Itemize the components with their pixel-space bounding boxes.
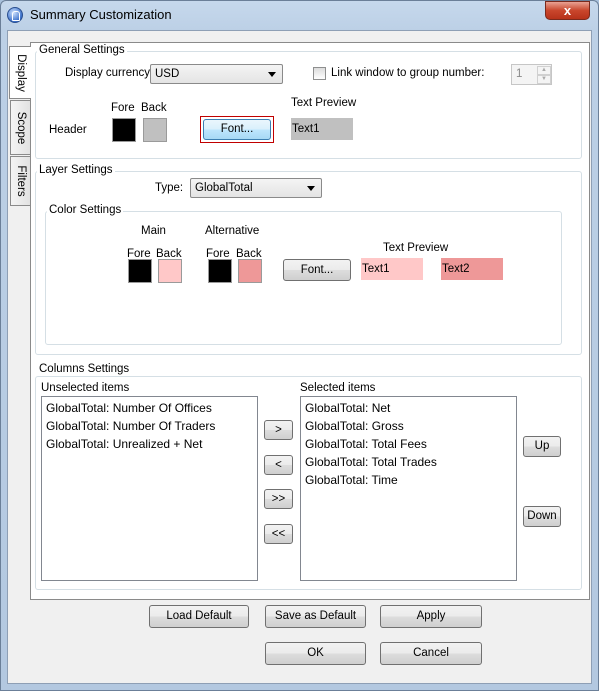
stepper-down-icon[interactable]: ▼ (537, 75, 551, 84)
alt-back-swatch[interactable] (238, 259, 262, 283)
general-back-label: Back (141, 102, 167, 114)
layer-preview-label: Text Preview (383, 242, 449, 254)
list-item[interactable]: GlobalTotal: Gross (301, 417, 516, 435)
link-window-label: Link window to group number: (331, 67, 485, 79)
list-item[interactable]: GlobalTotal: Unrealized + Net (42, 435, 257, 453)
move-left-button[interactable]: < (264, 455, 293, 475)
move-down-button[interactable]: Down (523, 506, 561, 527)
ok-button[interactable]: OK (265, 642, 366, 665)
stepper-up-icon[interactable]: ▲ (537, 66, 551, 75)
type-label: Type: (155, 182, 184, 194)
layer-type-value: GlobalTotal (195, 182, 253, 194)
tab-display[interactable]: Display (9, 46, 31, 99)
list-item[interactable]: GlobalTotal: Total Trades (301, 453, 516, 471)
unselected-items-list[interactable]: GlobalTotal: Number Of Offices GlobalTot… (41, 396, 258, 581)
currency-value: USD (155, 68, 180, 80)
move-right-button[interactable]: > (264, 420, 293, 440)
window-title: Summary Customization (30, 7, 172, 22)
general-fore-label: Fore (111, 102, 135, 114)
list-item[interactable]: GlobalTotal: Number Of Traders (42, 417, 257, 435)
chevron-down-icon (307, 186, 315, 191)
general-settings-title: General Settings (37, 44, 127, 56)
alt-fore-swatch[interactable] (208, 259, 232, 283)
color-settings-title: Color Settings (47, 204, 124, 216)
group-number-value: 1 (516, 68, 523, 80)
list-item[interactable]: GlobalTotal: Number Of Offices (42, 399, 257, 417)
app-icon (7, 7, 23, 23)
load-default-button[interactable]: Load Default (149, 605, 249, 628)
display-tab-panel: General Settings Display currency: USD L… (30, 42, 590, 600)
unselected-items-label: Unselected items (41, 382, 130, 394)
main-text-preview: Text1 (361, 258, 423, 280)
list-item[interactable]: GlobalTotal: Net (301, 399, 516, 417)
close-button[interactable]: x (545, 1, 590, 20)
move-all-left-button[interactable]: << (264, 524, 293, 544)
move-all-right-button[interactable]: >> (264, 489, 293, 509)
move-up-button[interactable]: Up (523, 436, 561, 457)
list-item[interactable]: GlobalTotal: Time (301, 471, 516, 489)
alternative-label: Alternative (205, 225, 260, 237)
tab-scope[interactable]: Scope (10, 100, 30, 155)
selected-items-label: Selected items (300, 382, 376, 394)
currency-label: Display currency: (65, 67, 154, 79)
tab-display-label: Display (14, 53, 27, 92)
general-preview-label: Text Preview (291, 97, 357, 109)
tab-filters[interactable]: Filters (10, 156, 30, 206)
chevron-down-icon (268, 72, 276, 77)
header-back-swatch[interactable] (143, 118, 167, 142)
main-fore-swatch[interactable] (128, 259, 152, 283)
group-number-stepper[interactable]: 1 ▲ ▼ (511, 64, 552, 85)
tab-scope-label: Scope (14, 111, 27, 144)
header-font-button[interactable]: Font... (203, 119, 271, 140)
header-label: Header (49, 124, 87, 136)
currency-select[interactable]: USD (150, 64, 283, 84)
apply-button[interactable]: Apply (380, 605, 482, 628)
cancel-button[interactable]: Cancel (380, 642, 482, 665)
main-back-swatch[interactable] (158, 259, 182, 283)
header-text-preview: Text1 (291, 118, 353, 140)
columns-settings-title: Columns Settings (37, 363, 132, 375)
list-item[interactable]: GlobalTotal: Total Fees (301, 435, 516, 453)
alt-text-preview: Text2 (441, 258, 503, 280)
layer-settings-title: Layer Settings (37, 164, 115, 176)
selected-items-list[interactable]: GlobalTotal: Net GlobalTotal: Gross Glob… (300, 396, 517, 581)
layer-type-select[interactable]: GlobalTotal (190, 178, 322, 198)
save-as-default-button[interactable]: Save as Default (265, 605, 366, 628)
link-window-checkbox[interactable] (313, 67, 326, 80)
layer-font-button[interactable]: Font... (283, 259, 351, 281)
tab-filters-label: Filters (14, 165, 27, 197)
header-fore-swatch[interactable] (112, 118, 136, 142)
main-label: Main (141, 225, 166, 237)
